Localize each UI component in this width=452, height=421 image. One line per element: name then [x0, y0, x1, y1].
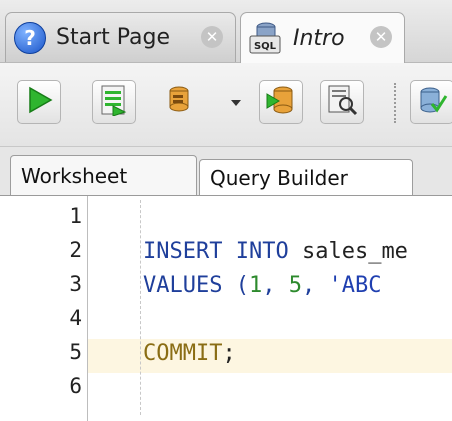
sql-editor[interactable]: 1 2 3 4 5 6 INSERT INTO sales_me VALUES …	[0, 196, 452, 421]
database-explain-icon	[165, 83, 199, 121]
tab-worksheet[interactable]: Worksheet	[10, 155, 197, 195]
commit-icon	[265, 84, 297, 120]
line-number: 5	[69, 340, 82, 364]
keyword-into: INTO	[235, 239, 289, 264]
separator: ,	[301, 273, 329, 298]
line-number: 4	[69, 306, 82, 330]
run-script-icon	[99, 84, 129, 120]
tab-query-builder[interactable]: Query Builder	[199, 159, 413, 195]
worksheet-toolbar	[0, 63, 452, 147]
tab-intro[interactable]: SQL Intro ✕	[240, 12, 405, 63]
line-number: 2	[69, 238, 82, 262]
run-statement-icon	[24, 85, 54, 119]
keyword-values: VALUES	[143, 273, 223, 298]
close-icon[interactable]: ✕	[370, 26, 392, 48]
table-name: sales_me	[301, 239, 408, 264]
sql-tuning-button[interactable]	[320, 80, 364, 124]
fold-guide	[140, 200, 141, 415]
open-paren: (	[235, 273, 249, 298]
tab-start-page[interactable]: ? Start Page ✕	[5, 12, 236, 62]
line-number: 1	[69, 204, 82, 228]
commit-button[interactable]	[259, 80, 303, 124]
close-icon[interactable]: ✕	[201, 26, 223, 48]
number-literal: 5	[288, 273, 302, 298]
code-line-5: COMMIT;	[143, 341, 236, 366]
run-statement-button[interactable]	[17, 80, 61, 124]
sql-tuning-icon	[326, 84, 358, 120]
svg-text:SQL: SQL	[254, 41, 277, 52]
string-literal: 'ABC	[328, 273, 395, 298]
line-number: 6	[69, 374, 82, 398]
tab-start-page-label: Start Page	[56, 25, 170, 50]
keyword-insert: INSERT	[143, 239, 223, 264]
number-literal: 1	[248, 273, 263, 298]
database-explain-button[interactable]	[160, 80, 204, 124]
document-tab-bar: ? Start Page ✕ SQL Intro ✕	[0, 0, 452, 63]
rollback-icon	[416, 84, 448, 120]
line-number: 3	[69, 272, 82, 296]
code-line-3: VALUES (1, 5, 'ABC	[143, 273, 395, 298]
code-line-2: INSERT INTO sales_me	[143, 239, 408, 264]
chevron-down-icon[interactable]	[231, 100, 241, 106]
run-script-button[interactable]	[92, 80, 136, 124]
separator: ,	[262, 273, 289, 298]
help-icon: ?	[14, 21, 46, 54]
tab-intro-label: Intro	[293, 25, 345, 51]
toolbar-separator	[394, 83, 397, 123]
rollback-button[interactable]	[410, 80, 452, 124]
keyword-commit: COMMIT	[143, 341, 223, 366]
semicolon: ;	[222, 341, 236, 366]
sql-worksheet-icon: SQL	[247, 19, 285, 57]
editor-tab-bar: Worksheet Query Builder	[0, 147, 452, 196]
